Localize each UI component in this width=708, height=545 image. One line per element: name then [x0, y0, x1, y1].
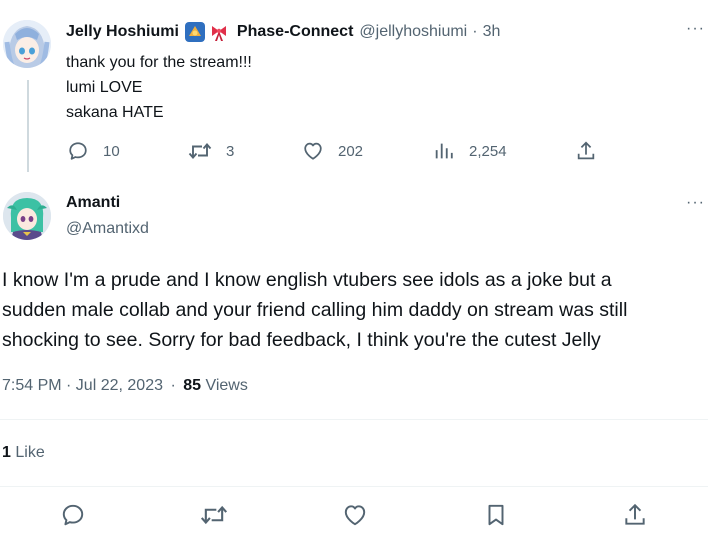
reply-icon	[69, 142, 87, 160]
parent-reply-button[interactable]: 10	[67, 140, 120, 162]
heart-icon	[344, 505, 366, 526]
parent-tweet-text: thank you for the stream!!! lumi LOVE sa…	[66, 50, 252, 125]
likes-count: 1	[2, 444, 11, 461]
parent-display-name[interactable]: Jelly Hoshiumi	[66, 23, 179, 41]
ribbon-icon	[209, 22, 229, 42]
tweet-timestamp[interactable]: 7:54 PM · Jul 22, 2023	[2, 377, 163, 394]
parent-retweet-count: 3	[226, 142, 235, 160]
parent-tweet-header: Jelly Hoshiumi Phase-Connect @jellyhoshi…	[66, 22, 500, 42]
avatar-amanti[interactable]	[3, 192, 51, 240]
retweet-icon	[188, 143, 212, 159]
main-tweet-text: I know I'm a prude and I know english vt…	[2, 265, 702, 355]
header-separator: ·	[472, 23, 478, 40]
divider	[0, 486, 708, 487]
share-icon	[577, 141, 595, 160]
parent-text-line: lumi LOVE	[66, 79, 143, 96]
parent-more-icon[interactable]: ···	[686, 20, 705, 38]
views-label: Views	[205, 377, 248, 394]
share-icon	[625, 503, 645, 525]
main-share-button[interactable]	[622, 502, 648, 533]
parent-reply-count: 10	[103, 142, 120, 160]
verified-badge-icon	[184, 22, 205, 42]
main-display-name[interactable]: Amanti	[66, 194, 120, 212]
parent-like-button[interactable]: 202	[302, 140, 363, 162]
likes-label: Like	[15, 444, 45, 461]
parent-time[interactable]: 3h	[483, 23, 501, 41]
parent-text-line: sakana HATE	[66, 104, 164, 121]
main-handle[interactable]: @Amantixd	[66, 220, 149, 238]
main-retweet-button[interactable]	[200, 502, 228, 533]
main-reply-button[interactable]	[60, 502, 86, 533]
main-more-icon[interactable]: ···	[686, 194, 705, 212]
bookmark-icon	[488, 504, 504, 526]
parent-handle[interactable]: @jellyhoshiumi	[359, 23, 467, 41]
thread-connector-line	[27, 80, 29, 172]
views-count: 85	[183, 377, 202, 394]
org-label[interactable]: Phase-Connect	[237, 23, 353, 41]
avatar-jelly[interactable]	[3, 20, 51, 68]
reply-icon	[62, 504, 84, 526]
likes-summary[interactable]: 1 Like	[2, 444, 45, 462]
divider	[0, 419, 708, 420]
tweet-meta: 7:54 PM · Jul 22, 2023 · 85 Views	[2, 377, 248, 395]
main-like-button[interactable]	[342, 502, 368, 533]
heart-icon	[304, 142, 322, 160]
views-icon	[435, 143, 453, 159]
main-text-line: I know I'm a prude and I know english vt…	[2, 269, 612, 291]
main-text-line: shocking to see. Sorry for bad feedback,…	[2, 329, 601, 351]
retweet-icon	[200, 505, 228, 525]
meta-dot: ·	[170, 377, 176, 394]
parent-share-button[interactable]	[575, 140, 597, 167]
parent-views-button[interactable]: 2,254	[433, 140, 507, 162]
main-bookmark-button[interactable]	[483, 502, 509, 533]
main-text-line: sudden male collab and your friend calli…	[2, 299, 628, 321]
parent-retweet-button[interactable]: 3	[188, 140, 234, 162]
parent-views-count: 2,254	[469, 142, 507, 160]
parent-like-count: 202	[338, 142, 364, 160]
parent-text-line: thank you for the stream!!!	[66, 54, 252, 71]
